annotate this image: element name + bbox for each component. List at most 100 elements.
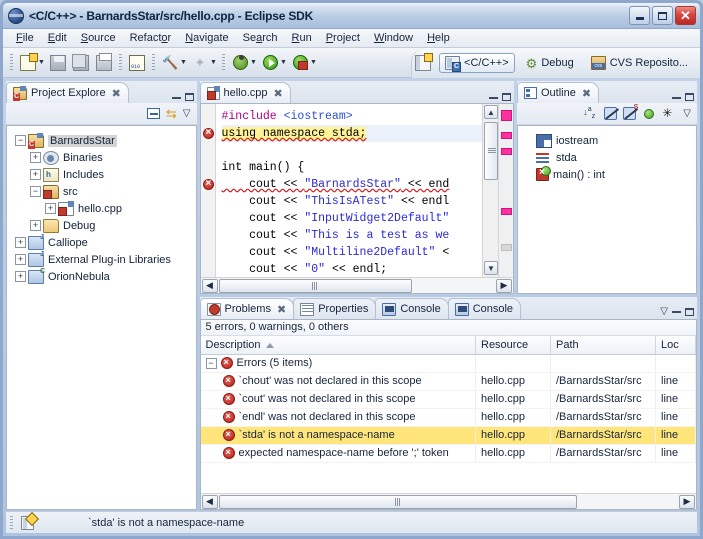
editor-marker-ruler[interactable] [200,104,216,277]
outline-item-stda[interactable]: stda [522,149,692,166]
problems-group-row[interactable]: − Errors (5 items) [200,354,696,373]
perspective-cvs[interactable]: CVS Reposito... [585,53,694,73]
minimize-icon[interactable] [672,310,681,313]
overview-marker[interactable] [501,244,512,251]
new-button[interactable] [17,52,39,74]
perspective-cpp[interactable]: <C/C++> [439,53,515,73]
clean-dropdown-arrow[interactable]: ▼ [210,59,218,66]
code-line[interactable]: cout << "ThisIsATest" << endl [222,193,483,210]
maximize-icon[interactable] [685,93,694,101]
horizontal-scroll-thumb[interactable] [218,278,413,293]
tab-problems[interactable]: Problems ✖ [199,298,295,319]
problems-horizontal-scrollbar[interactable]: ◀ ▶ [200,493,696,509]
problems-table[interactable]: Description Resource Path Loc − Errors (5… [200,336,696,463]
save-button[interactable] [47,52,69,74]
problems-rows[interactable]: − Errors (5 items) `chout' was not declare… [200,354,696,463]
tree-expander[interactable]: + [30,152,41,163]
outline-tree[interactable]: iostream stda main() : int [518,126,696,189]
code-line[interactable]: cout << "0" << endl; [222,261,483,277]
minimize-icon[interactable] [489,96,498,99]
build-binary-button[interactable] [126,52,148,74]
view-menu-icon[interactable]: ▽ [660,306,668,317]
tab-console-2[interactable]: Console [447,298,522,319]
maximize-icon[interactable] [502,93,511,101]
green-ball-icon[interactable] [644,108,655,119]
overview-marker[interactable] [501,208,512,215]
code-line[interactable]: cout << "BarnardsStar" << end [222,176,483,193]
error-marker-icon[interactable] [202,127,214,139]
minimize-icon[interactable] [672,96,681,99]
tree-item-calliope[interactable]: + Calliope [11,234,192,251]
editor-horizontal-scrollbar[interactable]: ◀ ▶ [200,277,513,293]
tab-project-explorer[interactable]: Project Explore ✖ [6,82,129,103]
tab-outline[interactable]: Outline ✖ [517,82,600,103]
perspective-debug[interactable]: ⚙ Debug [520,53,580,74]
editor-body-wrap[interactable]: #include <iostream> using namespace stda;… [199,103,514,294]
menu-source[interactable]: Source [74,31,123,45]
tree-expander[interactable]: + [30,169,41,180]
code-line[interactable]: int main() { [222,159,483,176]
tree-item-external-plug-in-libraries[interactable]: + External Plug-in Libraries [11,251,192,268]
tree-item-barnardsstar[interactable]: − BarnardsStar [11,132,192,149]
tree-item-binaries[interactable]: + Binaries [11,149,192,166]
editor-overview-ruler[interactable] [498,104,513,277]
tree-expander[interactable]: + [15,271,26,282]
code-line[interactable]: cout << "InputWidget2Default" [222,210,483,227]
menu-navigate[interactable]: Navigate [178,31,235,45]
build-button[interactable]: 🔨 [159,52,181,74]
tree-item-debug[interactable]: + Debug [11,217,192,234]
save-all-button[interactable] [70,52,92,74]
minimize-icon[interactable] [171,96,181,99]
code-line[interactable]: cout << "Multiline2Default" < [222,244,483,261]
tree-item-hello-cpp[interactable]: + hello.cpp [11,200,192,217]
outline-item-main-int[interactable]: main() : int [522,166,692,183]
table-row[interactable]: `endl' was not declared in this scope hel… [200,408,696,427]
menu-run[interactable]: Run [285,31,319,45]
tab-properties[interactable]: Properties [293,298,377,319]
menu-refactor[interactable]: Refactor [123,31,179,45]
menu-file[interactable]: File [9,31,41,45]
print-button[interactable] [93,52,115,74]
open-perspective-button[interactable] [412,52,434,74]
scroll-down-button[interactable]: ▼ [484,261,498,275]
project-tree[interactable]: − BarnardsStar + Binaries + Includes − src + hell… [7,126,196,291]
problems-body[interactable]: 5 errors, 0 warnings, 0 others Descripti… [199,319,697,510]
collapse-all-icon[interactable] [146,108,160,119]
overview-marker[interactable] [501,132,512,139]
hide-fields-icon[interactable] [604,107,618,120]
close-icon[interactable]: ✖ [582,87,591,100]
tab-hello-cpp[interactable]: hello.cpp ✖ [199,82,291,103]
tree-expander[interactable]: + [45,203,56,214]
code-line[interactable] [222,142,483,159]
scroll-right-button[interactable]: ▶ [496,278,512,293]
column-path[interactable]: Path [550,336,656,355]
tree-item-orionnebula[interactable]: + OrionNebula [11,268,192,285]
editor-vertical-scrollbar[interactable]: ▲ ▼ [482,104,498,277]
close-icon[interactable]: ✖ [277,303,286,316]
maximize-icon[interactable] [685,307,694,316]
code-text-area[interactable]: #include <iostream> using namespace stda;… [216,104,483,277]
sort-az-icon[interactable]: ↓az [583,106,598,121]
clean-button[interactable]: ✦ [189,52,211,74]
table-row[interactable]: expected namespace-name before ';' token… [200,444,696,463]
menu-window[interactable]: Window [367,31,420,45]
outline-item-iostream[interactable]: iostream [522,132,692,149]
view-menu-icon[interactable]: ▽ [183,108,191,119]
build-dropdown-arrow[interactable]: ▼ [180,59,188,66]
external-tools-dropdown-arrow[interactable]: ▼ [310,59,318,66]
outline-body[interactable]: iostream stda main() : int [517,125,697,294]
code-line[interactable]: #include <iostream> [222,108,483,125]
project-explorer-body[interactable]: − BarnardsStar + Binaries + Includes − src + hell… [6,125,197,510]
hide-static-icon[interactable] [623,104,638,120]
menu-search[interactable]: Search [236,31,285,45]
minimize-button[interactable] [629,6,650,25]
tree-item-src[interactable]: − src [11,183,192,200]
table-row[interactable]: `chout' was not declared in this scope he… [200,372,696,391]
scroll-up-button[interactable]: ▲ [484,105,498,119]
horizontal-scroll-track[interactable] [218,494,679,509]
group-expander[interactable]: − [205,357,217,369]
column-description[interactable]: Description [200,336,476,355]
run-button[interactable] [259,52,281,74]
link-with-editor-icon[interactable]: ⇆ [166,107,177,120]
menu-edit[interactable]: Edit [41,31,74,45]
